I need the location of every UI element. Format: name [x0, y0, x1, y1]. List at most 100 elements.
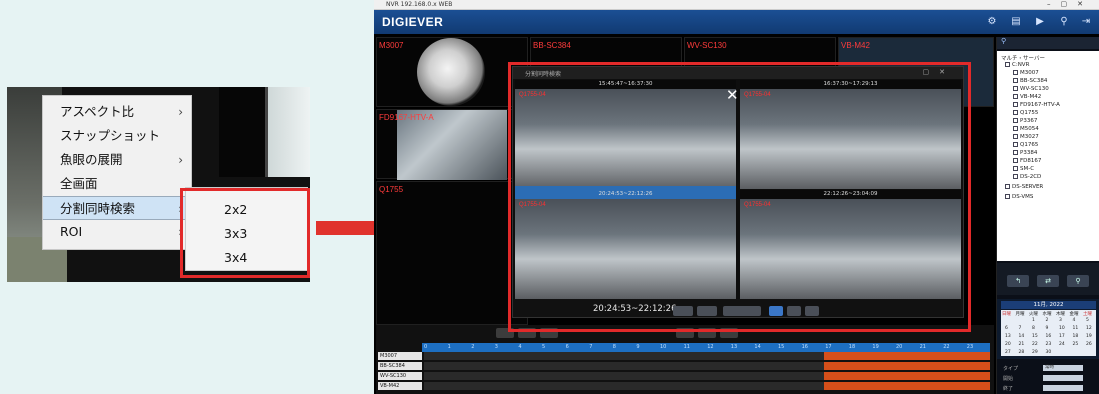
layout-icon[interactable]: ▤	[1010, 16, 1022, 28]
calendar-day[interactable]: 23	[1046, 342, 1052, 347]
sidebar: ⚲ マルチ・サーバー C:NVR M3007 BB-SC384 WV-SC130…	[996, 37, 1099, 394]
type-select[interactable]: 常時	[1043, 365, 1083, 371]
calendar-day[interactable]: 4	[1073, 318, 1076, 323]
calendar-grid: 日曜 月曜 火曜 水曜 木曜 金曜 土曜 1 2 3 4 5 6 7 8 9 10 11 12 13 14 15 16 17 1…	[1001, 310, 1096, 356]
tree-item[interactable]: C:NVR	[1005, 62, 1029, 68]
tree-item[interactable]: SM-C	[1013, 166, 1034, 172]
calendar-day[interactable]: 9	[1046, 326, 1049, 331]
tree-root[interactable]: マルチ・サーバー	[1001, 54, 1045, 62]
timeline-hour-tick: 21	[919, 344, 926, 350]
menu-item-roi[interactable]: ROI ›	[43, 220, 191, 244]
calendar-day[interactable]: 16	[1046, 334, 1052, 339]
calendar-day[interactable]: 7	[1019, 326, 1022, 331]
start-field[interactable]	[1043, 375, 1083, 381]
timeline-row-bar[interactable]	[424, 352, 990, 360]
timeline-hour-tick: 3	[494, 344, 498, 350]
calendar-day[interactable]: 15	[1032, 334, 1038, 339]
tree-item[interactable]: M3027	[1013, 134, 1039, 140]
sidebar-search-icon[interactable]: ⚲	[997, 37, 1099, 49]
calendar-title: 11月, 2022	[1001, 301, 1096, 309]
calendar-day[interactable]: 22	[1032, 342, 1038, 347]
calendar-day[interactable]: 14	[1019, 334, 1025, 339]
type-label: タイプ	[1003, 366, 1019, 372]
calendar: 11月, 2022 日曜 月曜 火曜 水曜 木曜 金曜 土曜 1 2 3 4 5 6 7 8 9 10 11 12 1…	[997, 299, 1099, 359]
calendar-day[interactable]: 18	[1073, 334, 1079, 339]
calendar-weekday: 金曜	[1069, 312, 1079, 317]
calendar-day[interactable]: 1	[1032, 318, 1035, 323]
camera-tile-1[interactable]: M3007	[376, 37, 528, 107]
tree-item[interactable]: P3367	[1013, 118, 1037, 124]
tree-item[interactable]: M5054	[1013, 126, 1039, 132]
tree-item[interactable]: FD9167-HTV-A	[1013, 102, 1060, 108]
tree-item[interactable]: BB-SC384	[1013, 78, 1047, 84]
tree-item[interactable]: P3384	[1013, 150, 1037, 156]
timeline-hour-tick: 8	[612, 344, 616, 350]
camera-tile-6[interactable]: Q1755	[376, 181, 528, 325]
menu-item-fisheye-dewarp[interactable]: 魚眼の展開 ›	[43, 148, 191, 172]
calendar-day[interactable]: 13	[1005, 334, 1011, 339]
ptz-button[interactable]: ↰	[1007, 275, 1029, 287]
timeline-row-label: VB-M42	[378, 382, 422, 390]
sync-button[interactable]: ⇄	[1037, 275, 1059, 287]
tree-item[interactable]: Q1755	[1013, 110, 1038, 116]
calendar-day[interactable]: 12	[1086, 326, 1092, 331]
calendar-day[interactable]: 17	[1059, 334, 1065, 339]
calendar-day[interactable]: 5	[1086, 318, 1089, 323]
camera-tile-5[interactable]: FD9167-HTV-A	[376, 109, 528, 180]
timeline-row-bar[interactable]	[424, 382, 990, 390]
calendar-day[interactable]: 2	[1046, 318, 1049, 323]
tree-item[interactable]: VB-M42	[1013, 94, 1041, 100]
calendar-day[interactable]: 28	[1019, 350, 1025, 355]
tree-item[interactable]: DS-SERVER	[1005, 184, 1043, 190]
calendar-day[interactable]: 10	[1059, 326, 1065, 331]
settings-icon[interactable]: ⚙	[986, 16, 998, 28]
end-label: 終了	[1003, 386, 1014, 392]
logout-icon[interactable]: ⇥	[1080, 16, 1092, 28]
calendar-day[interactable]: 24	[1059, 342, 1065, 347]
calendar-day[interactable]: 20	[1005, 342, 1011, 347]
tree-item[interactable]: DS-VMS	[1005, 194, 1033, 200]
tree-item[interactable]: WV-SC130	[1013, 86, 1049, 92]
window-controls[interactable]: –▢✕	[1047, 0, 1093, 8]
timeline-hour-tick: 11	[683, 344, 690, 350]
calendar-day[interactable]: 11	[1073, 326, 1079, 331]
camera-label: VB-M42	[841, 41, 870, 50]
calendar-day[interactable]: 30	[1046, 350, 1052, 355]
menu-item-aspect-ratio[interactable]: アスペクト比 ›	[43, 100, 191, 124]
timeline-row-bar[interactable]	[424, 362, 990, 370]
tree-item[interactable]: Q1765	[1013, 142, 1038, 148]
menu-item-snapshot[interactable]: スナップショット	[43, 124, 191, 148]
calendar-day[interactable]: 21	[1019, 342, 1025, 347]
timeline-hour-tick: 23	[966, 344, 974, 350]
calendar-weekday: 木曜	[1056, 312, 1065, 317]
calendar-day[interactable]: 25	[1073, 342, 1079, 347]
calendar-day[interactable]: 29	[1032, 350, 1038, 355]
sidebar-buttons: ↰ ⇄ ⚲	[997, 263, 1099, 295]
start-label: 開始	[1003, 376, 1014, 382]
timeline-hour-tick: 5	[542, 344, 546, 350]
calendar-day[interactable]: 6	[1005, 326, 1008, 331]
timeline-rows: M3007 BB-SC384 WV-SC130 VB-M42	[376, 352, 994, 394]
fisheye-view	[417, 38, 485, 106]
menu-item-split-search[interactable]: 分割同時検索 ›	[43, 196, 191, 220]
tree-item[interactable]: DS-2CD	[1013, 174, 1041, 180]
window-titlebar: NVR 192.168.0.x WEB –▢✕	[374, 0, 1099, 10]
calendar-day[interactable]: 27	[1005, 350, 1011, 355]
camera-label: BB-SC384	[533, 41, 571, 50]
calendar-day[interactable]: 3	[1059, 318, 1062, 323]
timeline-hour-tick: 20	[896, 344, 903, 350]
calendar-day[interactable]: 26	[1086, 342, 1092, 347]
tree-item[interactable]: FD8167	[1013, 158, 1041, 164]
timeline-row-bar[interactable]	[424, 372, 990, 380]
playback-icon[interactable]: ▶	[1034, 16, 1046, 28]
menu-item-fullscreen[interactable]: 全画面	[43, 172, 191, 196]
calendar-day[interactable]: 8	[1032, 326, 1035, 331]
search-icon[interactable]: ⚲	[1058, 16, 1070, 28]
find-button[interactable]: ⚲	[1067, 275, 1089, 287]
playback-timeline: 0 1 2 3 4 5 6 7 8 9 10 11 12 13 14 15 16 17 18 19 20 21 22 23 M…	[376, 325, 994, 394]
tree-item[interactable]: M3007	[1013, 70, 1039, 76]
calendar-day[interactable]: 19	[1086, 334, 1092, 339]
app-logo: DIGIEVER	[382, 15, 444, 29]
camera-label: M3007	[379, 41, 404, 50]
end-field[interactable]	[1043, 385, 1083, 391]
